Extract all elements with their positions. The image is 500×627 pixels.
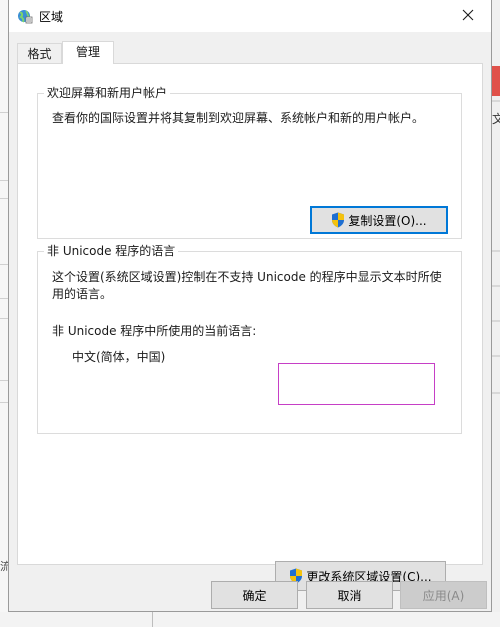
desktop-bottom-edge bbox=[0, 612, 500, 627]
divider bbox=[0, 402, 8, 403]
divider bbox=[492, 285, 500, 287]
tab-panel-administrative: 欢迎屏幕和新用户帐户 查看你的国际设置并将其复制到欢迎屏幕、系统帐户和新的用户帐… bbox=[17, 63, 483, 591]
current-language-label: 非 Unicode 程序中所使用的当前语言: bbox=[52, 324, 257, 338]
group-legend-non-unicode: 非 Unicode 程序的语言 bbox=[44, 244, 179, 258]
divider bbox=[492, 355, 500, 357]
title-bar[interactable]: 区域 bbox=[9, 0, 491, 32]
current-language-value: 中文(简体，中国) bbox=[72, 350, 166, 364]
divider bbox=[0, 318, 8, 319]
non-unicode-description-line1: 这个设置(系统区域设置)控制在不支持 Unicode 的程序中显示文本时所使 bbox=[52, 270, 442, 284]
globe-region-icon bbox=[17, 8, 33, 24]
group-legend-welcome: 欢迎屏幕和新用户帐户 bbox=[44, 86, 171, 100]
close-icon bbox=[462, 9, 474, 24]
non-unicode-description-line2: 用的语言。 bbox=[52, 287, 113, 301]
divider bbox=[492, 250, 500, 252]
divider bbox=[492, 320, 500, 322]
region-dialog: 区域 格式 管理 欢迎屏幕和新用户帐户 查看你的国际设置并将其复制到欢迎屏幕、系… bbox=[8, 0, 492, 612]
ok-button[interactable]: 确定 bbox=[211, 581, 298, 609]
uac-shield-icon bbox=[331, 212, 345, 228]
window-title: 区域 bbox=[39, 10, 64, 24]
non-unicode-language-group: 非 Unicode 程序的语言 这个设置(系统区域设置)控制在不支持 Unico… bbox=[37, 244, 462, 591]
divider bbox=[492, 392, 500, 394]
divider bbox=[0, 180, 8, 181]
copy-settings-button[interactable]: 复制设置(O)... bbox=[310, 206, 448, 234]
close-button[interactable] bbox=[445, 0, 491, 32]
divider bbox=[0, 298, 8, 299]
copy-settings-label: 复制设置(O)... bbox=[348, 213, 427, 228]
divider bbox=[0, 112, 8, 113]
divider bbox=[152, 612, 153, 627]
background-window-left bbox=[0, 0, 8, 627]
divider bbox=[0, 198, 8, 199]
tab-administrative[interactable]: 管理 bbox=[62, 41, 114, 64]
welcome-description: 查看你的国际设置并将其复制到欢迎屏幕、系统帐户和新的用户帐户。 bbox=[52, 111, 425, 125]
apply-button[interactable]: 应用(A) bbox=[400, 581, 487, 609]
desktop: 流 文 区域 格式 管理 欢迎屏幕和新用户帐户 查看你的国际设置并将其复制到欢迎… bbox=[0, 0, 500, 627]
background-red-element bbox=[492, 66, 500, 96]
tab-format[interactable]: 格式 bbox=[17, 43, 62, 63]
divider bbox=[0, 264, 8, 265]
cancel-button[interactable]: 取消 bbox=[306, 581, 393, 609]
divider bbox=[0, 380, 8, 381]
divider bbox=[492, 100, 500, 102]
background-right-text: 文 bbox=[492, 112, 500, 126]
welcome-screen-group: 欢迎屏幕和新用户帐户 查看你的国际设置并将其复制到欢迎屏幕、系统帐户和新的用户帐… bbox=[37, 86, 462, 239]
